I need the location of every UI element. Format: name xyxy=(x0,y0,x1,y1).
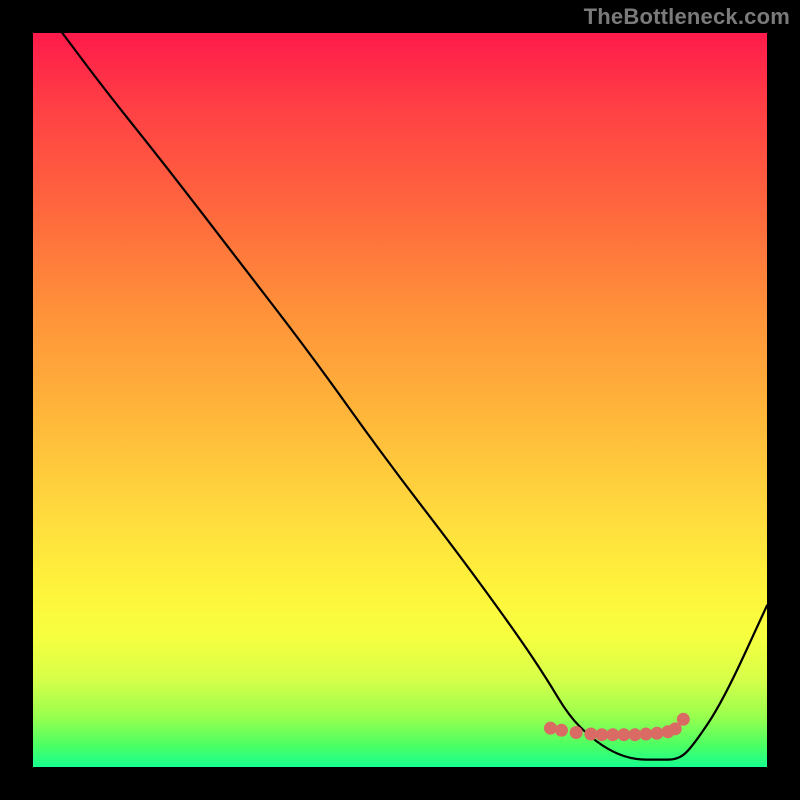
marker-dot xyxy=(677,713,690,726)
chart-frame: TheBottleneck.com xyxy=(0,0,800,800)
marker-dot xyxy=(639,727,652,740)
chart-svg xyxy=(33,33,767,767)
marker-dot xyxy=(628,728,641,741)
plot-area xyxy=(33,33,767,767)
marker-dot xyxy=(570,726,583,739)
watermark-text: TheBottleneck.com xyxy=(584,4,790,30)
marker-dot xyxy=(544,722,557,735)
line-series xyxy=(62,33,767,760)
marker-series xyxy=(544,713,690,741)
marker-dot xyxy=(584,727,597,740)
marker-dot xyxy=(650,727,663,740)
marker-dot xyxy=(555,724,568,737)
